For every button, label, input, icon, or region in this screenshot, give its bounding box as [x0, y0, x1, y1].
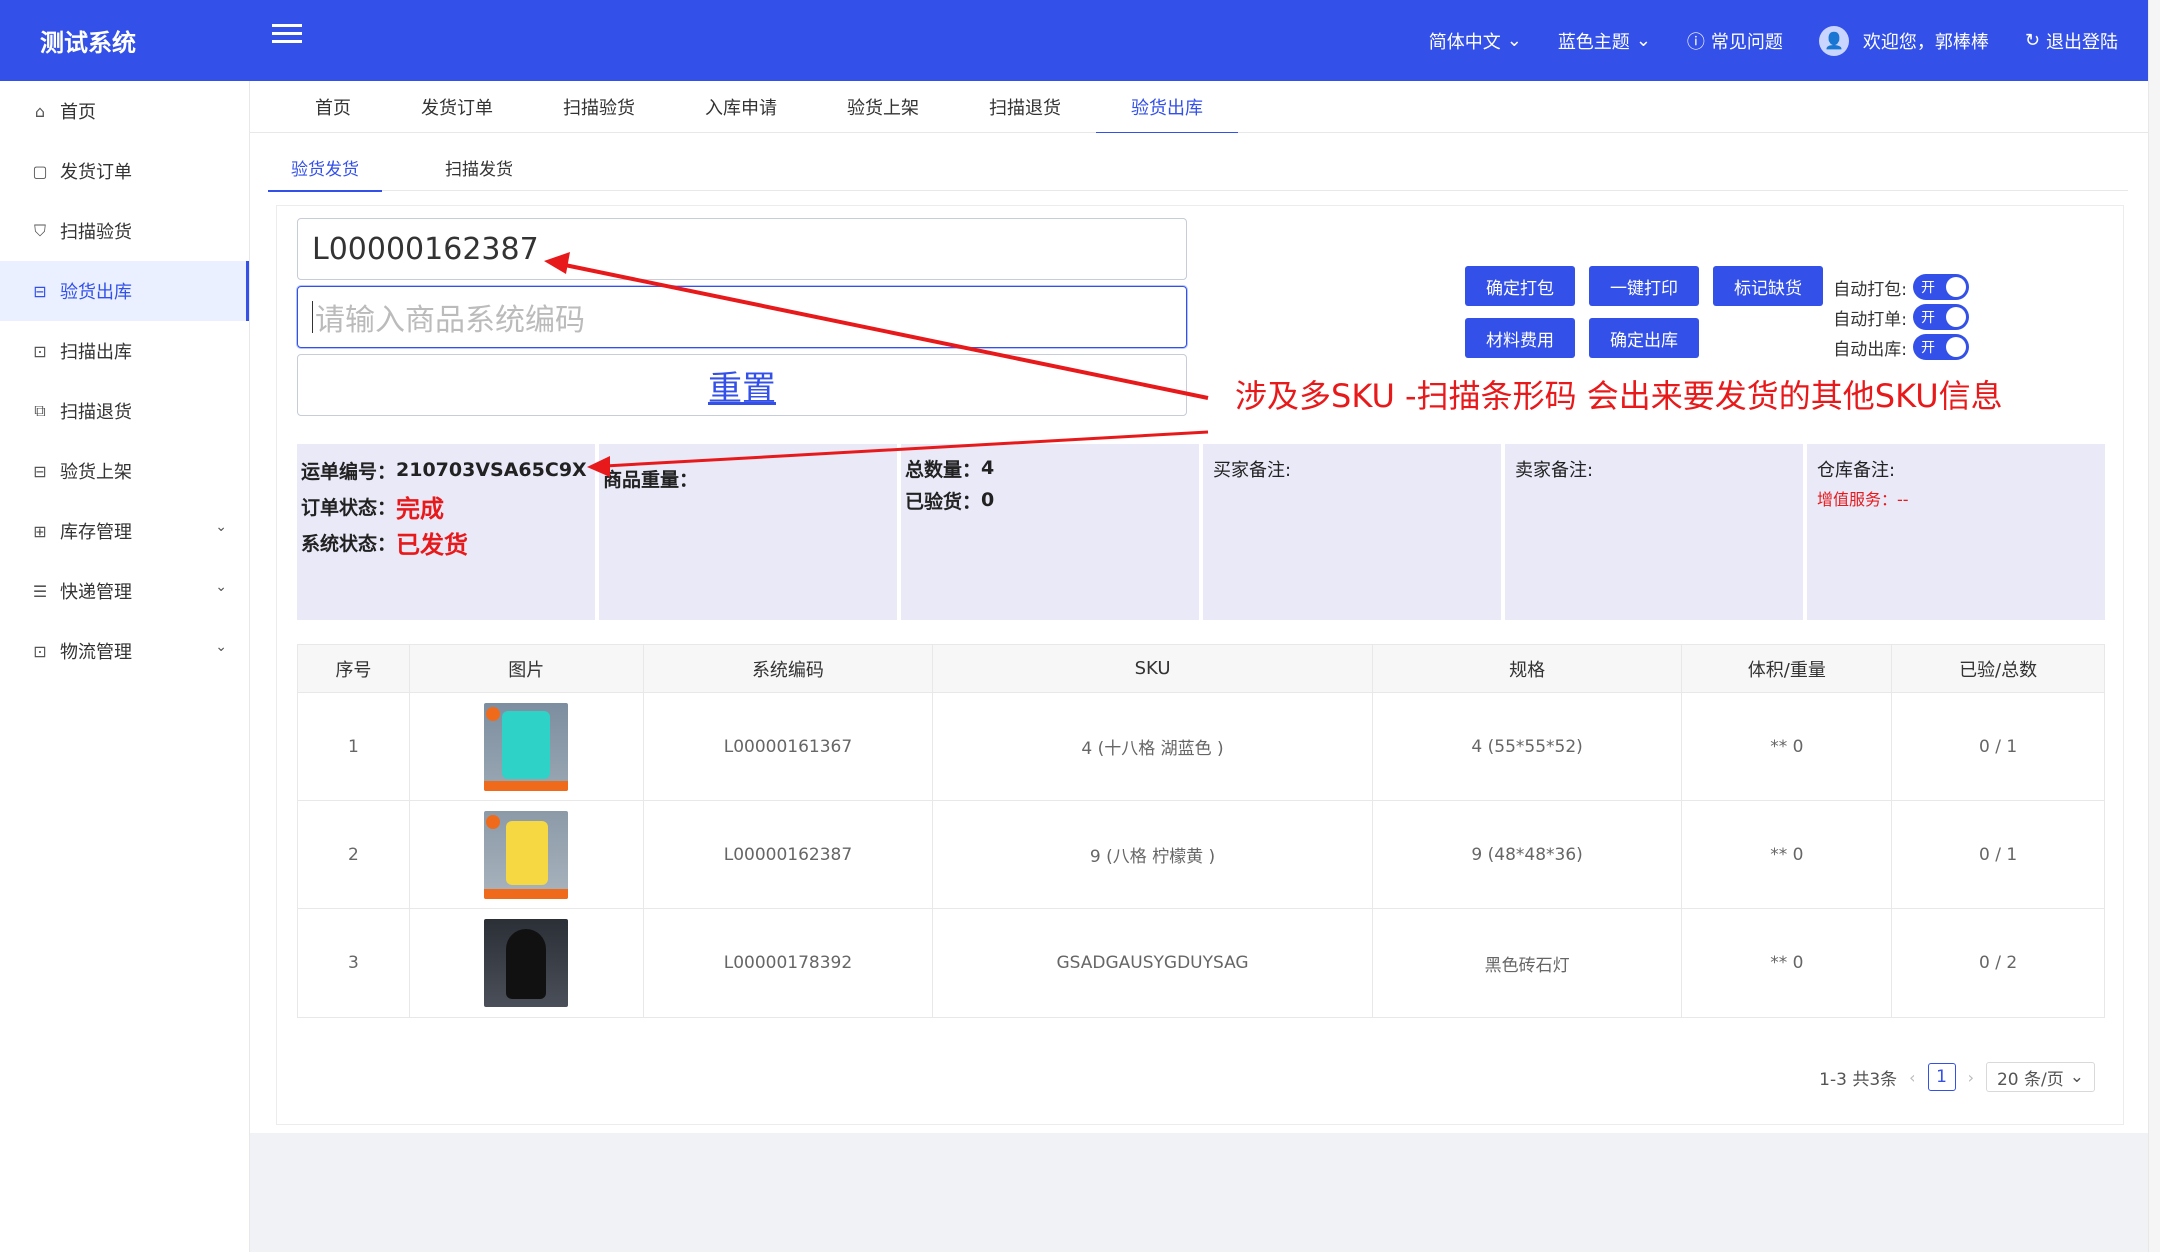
order-number-input[interactable]: L00000162387: [297, 218, 1187, 280]
info-cell-quantity: 总数量： 4 已验货： 0: [901, 444, 1199, 620]
table-header: 序号 图片 系统编码 SKU 规格 体积/重量 已验/总数: [298, 645, 2104, 693]
table-row[interactable]: 2 L00000162387 9 (八格 柠檬黄 ) 9 (48*48*36) …: [298, 801, 2104, 909]
confirm-pack-button[interactable]: 确定打包: [1465, 266, 1575, 306]
chevron-down-icon: ⌄: [1635, 30, 1651, 51]
value-added-service: 增值服务：--: [1817, 490, 1909, 509]
confirm-out-button[interactable]: 确定出库: [1589, 318, 1699, 358]
auto-pack-switch[interactable]: 开: [1913, 274, 1969, 300]
sidebar-item-express[interactable]: ☰ 快递管理 ⌄: [0, 561, 249, 621]
sidebar-item-orders[interactable]: ▢ 发货订单: [0, 141, 249, 201]
chevron-down-icon: ⌄: [215, 579, 227, 595]
order-info-grid: 运单编号： 210703VSA65C9X 订单状态： 完成 系统状态： 已发货 商品重…: [297, 444, 2105, 620]
faq-link[interactable]: ⓘ 常见问题: [1687, 28, 1783, 54]
info-cell-weight: 商品重量：: [599, 444, 897, 620]
question-icon: ⓘ: [1686, 31, 1705, 53]
avatar: 👤: [1818, 25, 1849, 56]
pagination-summary: 1-3 共3条: [1819, 1069, 1898, 1090]
bag-icon: ▢: [32, 161, 48, 181]
page-number[interactable]: 1: [1927, 1063, 1956, 1091]
app-header: 测试系统 简体中文 ⌄ 蓝色主题 ⌄ ⓘ 常见问题 👤 欢迎您，郭棒棒 ↻ 退出登陆: [0, 0, 2148, 81]
order-status-value: 完成: [396, 494, 445, 523]
table-row[interactable]: 1 L00000161367 4 (十八格 湖蓝色 ) 4 (55*55*52)…: [298, 693, 2104, 801]
next-page-icon[interactable]: ›: [1968, 1068, 1974, 1087]
theme-select[interactable]: 蓝色主题 ⌄: [1558, 28, 1651, 54]
waybill-number: 210703VSA65C9X: [396, 459, 587, 481]
truck-icon: ⊡: [33, 341, 47, 361]
reset-button[interactable]: 重置: [297, 354, 1187, 416]
grid-icon: ⊞: [33, 521, 47, 541]
material-fee-button[interactable]: 材料费用: [1465, 318, 1575, 358]
tab-orders[interactable]: 发货订单: [386, 81, 528, 133]
product-code-input[interactable]: 请输入商品系统编码: [297, 286, 1187, 348]
info-cell-buyer-note: 买家备注:: [1203, 444, 1501, 620]
header-right: 简体中文 ⌄ 蓝色主题 ⌄ ⓘ 常见问题 👤 欢迎您，郭棒棒 ↻ 退出登陆: [1429, 0, 2118, 81]
user-menu[interactable]: 👤 欢迎您，郭棒棒: [1818, 25, 1989, 56]
chevron-down-icon: ⌄: [215, 639, 227, 655]
product-image[interactable]: [484, 919, 569, 1007]
shield-icon: ⛉: [33, 221, 46, 240]
info-cell-seller-note: 卖家备注:: [1505, 444, 1803, 620]
return-icon: ⧉: [34, 401, 46, 420]
sidebar-item-inspect-out[interactable]: ⊟ 验货出库: [0, 261, 249, 321]
main-content: 验货发货 扫描发货 L00000162387 请输入商品系统编码 重置 确定打包…: [250, 133, 2148, 1133]
logout-link[interactable]: ↻ 退出登陆: [2025, 28, 2118, 54]
product-image[interactable]: [484, 702, 569, 791]
tab-home[interactable]: 首页: [280, 81, 386, 133]
top-nav-tabs: 首页 发货订单 扫描验货 入库申请 验货上架 扫描退货 验货出库: [250, 81, 2148, 134]
tab-inbound[interactable]: 入库申请: [670, 81, 812, 133]
tab-shelve[interactable]: 验货上架: [812, 81, 954, 133]
sidebar-item-logistics[interactable]: ⊡ 物流管理 ⌄: [0, 621, 249, 681]
subtab-inspect-ship[interactable]: 验货发货: [268, 143, 382, 192]
tab-inspect-out[interactable]: 验货出库: [1096, 81, 1238, 134]
app-logo: 测试系统: [40, 29, 136, 57]
scan-icon: ⊟: [33, 281, 47, 301]
info-cell-warehouse-note: 仓库备注: 增值服务：--: [1807, 444, 2105, 620]
chevron-down-icon: ⌄: [1506, 30, 1522, 51]
system-status-value: 已发货: [396, 530, 469, 559]
inspect-panel: L00000162387 请输入商品系统编码 重置 确定打包 一键打印 标记缺货…: [276, 205, 2124, 1125]
truck-icon: ⊡: [33, 641, 47, 661]
sidebar-item-home[interactable]: ⌂ 首页: [0, 81, 249, 141]
text-caret: [312, 301, 313, 333]
annotation-text: 涉及多SKU -扫描条形码 会出来要发货的其他SKU信息: [1235, 377, 2003, 415]
auto-out-toggle-row: 自动出库: 开: [1825, 334, 1969, 360]
info-cell-waybill: 运单编号： 210703VSA65C9X 订单状态： 完成 系统状态： 已发货: [297, 444, 595, 620]
subtab-scan-ship[interactable]: 扫描发货: [422, 143, 536, 191]
mark-short-button[interactable]: 标记缺货: [1713, 266, 1823, 306]
list-icon: ☰: [32, 581, 48, 601]
one-click-print-button[interactable]: 一键打印: [1589, 266, 1699, 306]
sku-table: 序号 图片 系统编码 SKU 规格 体积/重量 已验/总数 1 L0000016…: [297, 644, 2105, 1018]
auto-out-switch[interactable]: 开: [1913, 334, 1969, 360]
language-select[interactable]: 简体中文 ⌄: [1429, 28, 1522, 54]
tab-scan-inspect[interactable]: 扫描验货: [528, 81, 670, 133]
total-quantity: 4: [981, 457, 995, 479]
tab-scan-return[interactable]: 扫描退货: [954, 81, 1096, 133]
sub-tabs: 验货发货 扫描发货: [268, 143, 2128, 192]
chevron-down-icon: ⌄: [2069, 1067, 2084, 1087]
page-size-select[interactable]: 20 条/页 ⌄: [1985, 1062, 2095, 1092]
logout-icon: ↻: [2024, 30, 2040, 51]
auto-pack-toggle-row: 自动打包: 开: [1825, 274, 1969, 300]
sidebar-item-scan-return[interactable]: ⧉ 扫描退货: [0, 381, 249, 441]
page-scrollbar[interactable]: [2148, 0, 2160, 1252]
auto-print-switch[interactable]: 开: [1913, 304, 1969, 330]
auto-print-toggle-row: 自动打单: 开: [1825, 304, 1969, 330]
product-image[interactable]: [484, 810, 569, 899]
chevron-down-icon: ⌄: [215, 519, 227, 535]
menu-collapse-icon[interactable]: [272, 24, 302, 50]
sidebar-item-scan-out[interactable]: ⊡ 扫描出库: [0, 321, 249, 381]
sidebar-item-scan-inspect[interactable]: ⛉ 扫描验货: [0, 201, 249, 261]
scan-icon: ⊟: [33, 461, 47, 481]
pagination: 1-3 共3条 ‹ 1 › 20 条/页 ⌄: [1819, 1062, 2095, 1092]
sidebar: ⌂ 首页 ▢ 发货订单 ⛉ 扫描验货 ⊟ 验货出库 ⊡ 扫描出库 ⧉ 扫描退货 ⊟ 验货上架 …: [0, 81, 250, 1252]
prev-page-icon[interactable]: ‹: [1909, 1068, 1915, 1087]
sidebar-item-inventory[interactable]: ⊞ 库存管理 ⌄: [0, 501, 249, 561]
sidebar-item-shelve[interactable]: ⊟ 验货上架: [0, 441, 249, 501]
table-row[interactable]: 3 L00000178392 GSADGAUSYGDUYSAG 黑色砖石灯 **…: [298, 909, 2104, 1017]
home-icon: ⌂: [34, 101, 46, 121]
checked-quantity: 0: [981, 489, 995, 511]
